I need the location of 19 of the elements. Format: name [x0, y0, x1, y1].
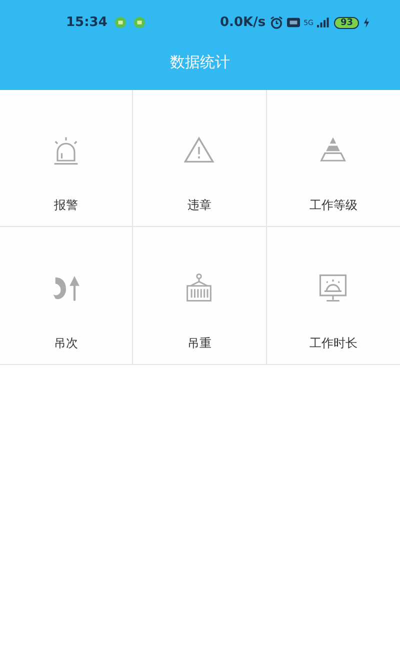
notification-icon	[115, 17, 126, 28]
tile-label: 工作等级	[309, 197, 358, 214]
tile-label: 吊次	[54, 335, 78, 352]
network-speed: 0.0K/s	[220, 15, 266, 30]
tile-label: 吊重	[187, 335, 212, 352]
battery-level: 93	[334, 16, 359, 28]
stat-tile[interactable]: 违章	[133, 90, 267, 227]
signal-icon	[317, 17, 330, 28]
charging-icon	[363, 17, 370, 28]
hd-icon	[286, 16, 300, 29]
notification-icon	[134, 17, 146, 28]
alarm-clock-icon	[270, 16, 283, 29]
tile-label: 违章	[187, 197, 212, 214]
tile-label: 工作时长	[309, 335, 358, 352]
stat-tile[interactable]: 工作等级	[266, 90, 400, 227]
page-title: 数据统计	[169, 52, 231, 73]
stat-tile[interactable]: 报警	[0, 90, 134, 227]
tile-label: 报警	[54, 197, 78, 214]
status-time: 15:34	[66, 15, 108, 30]
